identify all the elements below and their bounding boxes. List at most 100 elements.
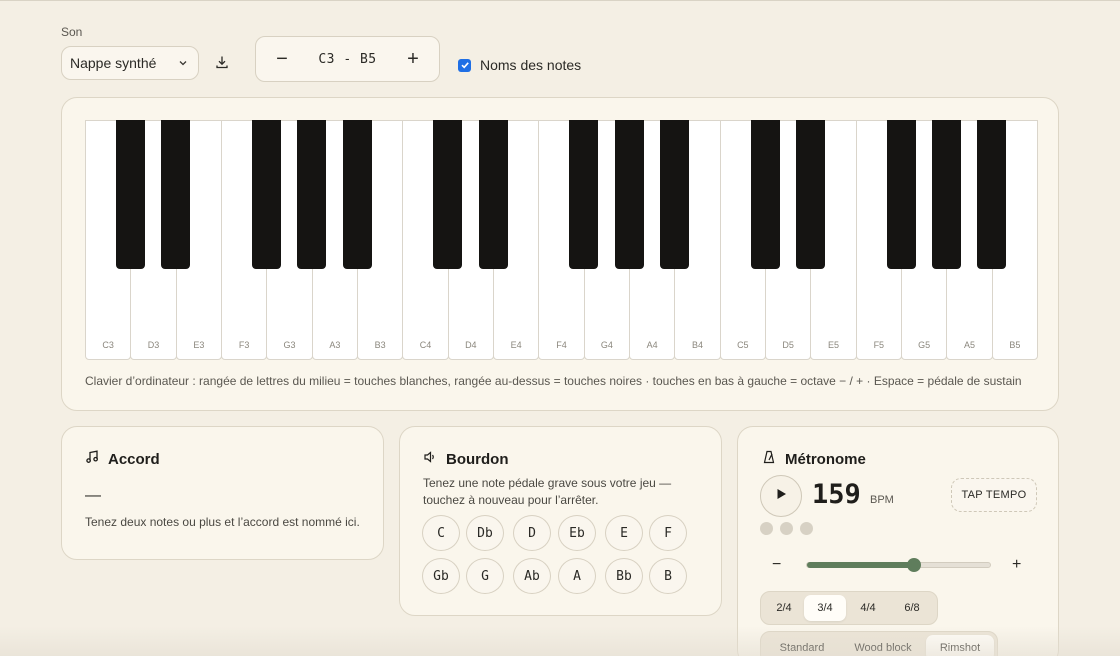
white-key-label: A4 [646,340,658,350]
drone-note-f[interactable]: F [649,515,687,551]
black-key-csharp5[interactable] [750,120,780,269]
black-key-dsharp3[interactable] [161,120,191,269]
drone-note-d[interactable]: D [513,515,551,551]
white-key-label: B5 [1009,340,1021,350]
black-key-asharp5[interactable] [977,120,1007,269]
black-key-fsharp5[interactable] [886,120,916,269]
white-key-label: E3 [193,340,205,350]
metronome-icon [762,450,776,468]
time-signature-6-8[interactable]: 6/8 [890,595,934,621]
metronome-title-text: Métronome [785,450,866,468]
tap-tempo-button[interactable]: TAP TEMPO [951,478,1037,512]
white-key-label: A3 [329,340,341,350]
sound-select-value: Nappe synthé [70,55,157,71]
beat-dot [780,522,793,535]
chord-card: Accord — Tenez deux notes ou plus et l’a… [61,426,384,560]
metronome-card-title: Métronome [762,450,866,468]
drone-note-c[interactable]: C [422,515,460,551]
white-key-label: D4 [465,340,477,350]
beat-dot [800,522,813,535]
white-key-label: C5 [737,340,749,350]
download-icon [215,55,229,74]
white-key-label: A5 [963,340,975,350]
drone-note-bb[interactable]: Bb [605,558,643,594]
white-key-label: G5 [918,340,931,350]
range-increase-button[interactable]: + [405,49,421,69]
drone-note-db[interactable]: Db [466,515,504,551]
octave-range-control: − C3 - B5 + [255,36,440,82]
tempo-slider-thumb[interactable] [907,558,922,572]
time-signature-4-4[interactable]: 4/4 [846,595,890,621]
drone-description: Tenez une note pédale grave sous votre j… [423,476,672,507]
drone-note-a[interactable]: A [558,558,596,594]
keyboard-help-text: Clavier d’ordinateur : rangée de lettres… [85,374,1022,388]
drone-card-title: Bourdon [423,450,508,468]
black-key-fsharp4[interactable] [569,120,599,269]
chord-hint: Tenez deux notes ou plus et l’accord est… [85,515,360,529]
chord-name: — [85,487,101,504]
white-key-label: F5 [873,340,885,350]
sound-select[interactable]: Nappe synthé [61,46,199,80]
black-key-gsharp5[interactable] [931,120,961,269]
chord-card-title: Accord [85,450,160,468]
white-key-label: C3 [102,340,114,350]
sound-label: Son [61,25,83,39]
click-sound-rimshot[interactable]: Rimshot [926,635,994,656]
note-names-toggle[interactable]: Noms des notes [458,57,581,73]
white-key-label: D5 [782,340,794,350]
black-key-gsharp4[interactable] [614,120,644,269]
bpm-value: 159 [812,479,861,510]
tempo-increase-button[interactable]: + [1012,556,1021,574]
music-note-icon [85,450,99,468]
bpm-unit: BPM [870,494,894,506]
check-icon [460,62,469,69]
black-key-dsharp5[interactable] [795,120,825,269]
drone-note-eb[interactable]: Eb [558,515,596,551]
range-decrease-button[interactable]: − [274,49,290,69]
click-sound-selector: Standard Wood block Rimshot [760,631,998,656]
drone-note-ab[interactable]: Ab [513,558,551,594]
piano-keyboard: C3 D3 E3 F3 G3 A3 B3 C4 D4 E4 F4 G4 A4 B4 C5 D5 E5 F5 G5 A5… [85,120,1038,360]
black-key-gsharp3[interactable] [297,120,327,269]
time-signature-3-4[interactable]: 3/4 [804,595,846,621]
white-key-label: E5 [827,340,839,350]
drone-note-b[interactable]: B [649,558,687,594]
black-key-asharp4[interactable] [659,120,689,269]
keyboard-panel: C3 D3 E3 F3 G3 A3 B3 C4 D4 E4 F4 G4 A4 B4 C5 D5 E5 F5 G5 A5… [61,97,1059,411]
range-text: C3 - B5 [318,51,377,67]
tempo-slider[interactable] [806,558,991,572]
white-key-label: C4 [419,340,432,350]
play-button[interactable] [760,475,802,517]
note-names-label: Noms des notes [480,57,582,73]
click-sound-standard[interactable]: Standard [764,635,840,656]
white-key-label: G4 [600,340,613,350]
time-signature-selector: 2/4 3/4 4/4 6/8 [760,591,938,625]
black-key-csharp4[interactable] [433,120,463,269]
black-key-fsharp3[interactable] [251,120,281,269]
chord-title-text: Accord [108,450,160,468]
beat-dot [760,522,773,535]
time-signature-2-4[interactable]: 2/4 [764,595,804,621]
metronome-card: Métronome 159 BPM TAP TEMPO − + 2/4 3/4 4/… [737,426,1059,656]
click-sound-wood-block[interactable]: Wood block [840,635,926,656]
white-key-label: E4 [510,340,522,350]
white-key-label: F4 [556,340,567,350]
note-names-checkbox[interactable] [458,58,471,72]
chevron-down-icon [178,55,188,71]
white-key-label: B4 [691,340,703,350]
drone-note-e[interactable]: E [605,515,643,551]
black-key-dsharp4[interactable] [478,120,508,269]
black-key-asharp3[interactable] [342,120,372,269]
drone-title-text: Bourdon [446,450,509,468]
drone-card: Bourdon Tenez une note pédale grave sous… [399,426,722,616]
tempo-slider-fill [807,562,915,568]
black-key-csharp3[interactable] [115,120,145,269]
white-key-label: F3 [238,340,250,350]
white-key-label: D3 [147,340,160,350]
play-icon [774,487,788,506]
drone-note-g[interactable]: G [466,558,504,594]
tempo-decrease-button[interactable]: − [772,556,781,574]
download-button[interactable] [210,53,234,75]
drone-note-gb[interactable]: Gb [422,558,460,594]
white-key-label: G3 [283,340,296,350]
